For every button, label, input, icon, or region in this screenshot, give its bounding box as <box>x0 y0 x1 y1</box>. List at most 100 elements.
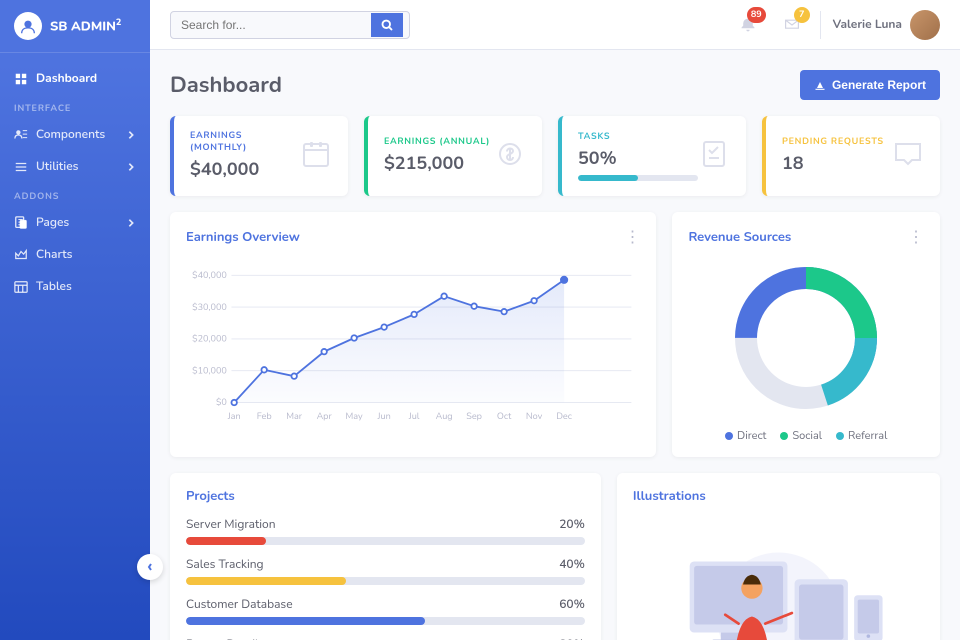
comment-icon <box>892 138 924 175</box>
stat-label-tasks: TASKS <box>578 131 698 143</box>
earnings-chart-menu[interactable]: ⋮ <box>624 226 640 248</box>
svg-text:Sep: Sep <box>466 411 482 423</box>
legend-label-direct: Direct <box>737 428 766 443</box>
svg-text:$40,000: $40,000 <box>192 269 227 282</box>
svg-text:Jan: Jan <box>227 411 241 423</box>
revenue-chart-title: Revenue Sources <box>688 228 791 246</box>
svg-text:$20,000: $20,000 <box>192 333 227 346</box>
main-content: 89 7 Valerie Luna Dashboard Generate Rep… <box>150 0 960 640</box>
earnings-chart-title: Earnings Overview <box>186 228 300 246</box>
sidebar: SB ADMIN2 Dashboard INTERFACE Components… <box>0 0 150 640</box>
projects-list: Server Migration 20% Sales Tracking 40% <box>186 517 585 640</box>
svg-text:Jul: Jul <box>408 411 420 423</box>
calendar-icon <box>300 138 332 175</box>
stat-value-earnings-annual: $215,000 <box>384 152 490 176</box>
legend-label-referral: Referral <box>848 428 887 443</box>
interface-section-label: INTERFACE <box>0 95 150 119</box>
search-form <box>170 11 410 39</box>
legend-referral: Referral <box>836 428 887 443</box>
stat-label-earnings-annual: EARNINGS (ANNUAL) <box>384 136 490 148</box>
stat-tasks: TASKS 50% <box>558 116 746 196</box>
illustrations-title: Illustrations <box>633 487 924 505</box>
project-fill-server <box>186 537 266 545</box>
stat-value-pending: 18 <box>782 152 884 176</box>
projects-card: Projects Server Migration 20% Sales <box>170 473 601 640</box>
project-bar-sales <box>186 577 585 585</box>
page-content: Dashboard Generate Report EARNINGS (MONT… <box>150 50 960 640</box>
topbar-right: 89 7 Valerie Luna <box>732 9 940 41</box>
topbar-divider <box>820 11 821 39</box>
messages-button[interactable]: 7 <box>776 9 808 41</box>
stat-value-tasks: 50% <box>578 147 698 171</box>
page-title: Dashboard <box>170 70 282 100</box>
stat-pending: PENDING REQUESTS 18 <box>762 116 940 196</box>
donut-chart-container: Direct Social Referral <box>688 258 924 443</box>
project-name-sales: Sales Tracking <box>186 557 264 573</box>
tasks-progress-fill <box>578 175 638 181</box>
stat-label-pending: PENDING REQUESTS <box>782 136 884 148</box>
sidebar-item-dashboard[interactable]: Dashboard <box>0 63 150 95</box>
user-name: Valerie Luna <box>833 17 902 33</box>
sidebar-item-tables-label: Tables <box>36 279 72 295</box>
sidebar-item-pages[interactable]: Pages <box>0 207 150 239</box>
sidebar-nav: Dashboard INTERFACE Components Utilities… <box>0 53 150 640</box>
legend-dot-referral <box>836 432 844 440</box>
svg-text:Apr: Apr <box>317 411 333 423</box>
sidebar-toggle[interactable] <box>137 554 163 580</box>
project-name-server: Server Migration <box>186 517 276 533</box>
brand[interactable]: SB ADMIN2 <box>0 0 150 53</box>
sidebar-item-utilities[interactable]: Utilities <box>0 151 150 183</box>
legend-label-social: Social <box>792 428 822 443</box>
project-server-migration: Server Migration 20% <box>186 517 585 545</box>
charts-row: Earnings Overview ⋮ $0 $10,000 $20 <box>170 212 940 457</box>
bottom-row: Projects Server Migration 20% Sales <box>170 473 940 640</box>
stat-value-earnings-monthly: $40,000 <box>190 158 300 182</box>
earnings-line-chart: $0 $10,000 $20,000 $30,000 $40,000 <box>186 258 640 443</box>
svg-text:May: May <box>346 411 364 423</box>
illustrations-svg <box>633 517 924 640</box>
messages-badge: 7 <box>794 7 810 23</box>
topbar: 89 7 Valerie Luna <box>150 0 960 50</box>
projects-title: Projects <box>186 487 585 505</box>
svg-text:Oct: Oct <box>497 411 512 423</box>
user-info[interactable]: Valerie Luna <box>833 10 940 40</box>
svg-text:Feb: Feb <box>257 411 272 423</box>
addons-section-label: ADDONS <box>0 183 150 207</box>
dollar-icon <box>494 138 526 175</box>
revenue-chart-menu[interactable]: ⋮ <box>908 226 924 248</box>
sidebar-item-tables[interactable]: Tables <box>0 271 150 303</box>
project-bar-server <box>186 537 585 545</box>
search-input[interactable] <box>171 12 371 38</box>
project-pct-sales: 40% <box>559 557 585 573</box>
sidebar-item-charts[interactable]: Charts <box>0 239 150 271</box>
legend-dot-direct <box>725 432 733 440</box>
user-avatar <box>910 10 940 40</box>
project-name-customer: Customer Database <box>186 597 293 613</box>
notifications-button[interactable]: 89 <box>732 9 764 41</box>
sidebar-item-utilities-label: Utilities <box>36 159 78 175</box>
search-button[interactable] <box>371 13 403 37</box>
svg-text:$10,000: $10,000 <box>192 364 227 377</box>
illustrations-content <box>633 513 924 640</box>
brand-logo <box>14 12 42 40</box>
stat-label-earnings-monthly: EARNINGS (MONTHLY) <box>190 130 300 154</box>
illustrations-card: Illustrations <box>617 473 940 640</box>
tasks-progress-bar <box>578 175 698 181</box>
sidebar-item-dashboard-label: Dashboard <box>36 71 97 87</box>
generate-report-button[interactable]: Generate Report <box>800 70 940 100</box>
generate-report-label: Generate Report <box>832 78 926 92</box>
svg-text:$0: $0 <box>216 396 227 409</box>
svg-text:Dec: Dec <box>556 411 573 423</box>
project-sales-tracking: Sales Tracking 40% <box>186 557 585 585</box>
sidebar-item-components-label: Components <box>36 127 105 143</box>
project-customer-database: Customer Database 60% <box>186 597 585 625</box>
brand-name: SB ADMIN2 <box>50 18 121 35</box>
project-bar-customer <box>186 617 585 625</box>
page-header: Dashboard Generate Report <box>170 70 940 100</box>
donut-chart-svg <box>726 258 886 418</box>
sidebar-item-components[interactable]: Components <box>0 119 150 151</box>
legend-dot-social <box>780 432 788 440</box>
sidebar-item-pages-label: Pages <box>36 215 69 231</box>
legend-social: Social <box>780 428 822 443</box>
svg-text:Jun: Jun <box>377 411 391 423</box>
